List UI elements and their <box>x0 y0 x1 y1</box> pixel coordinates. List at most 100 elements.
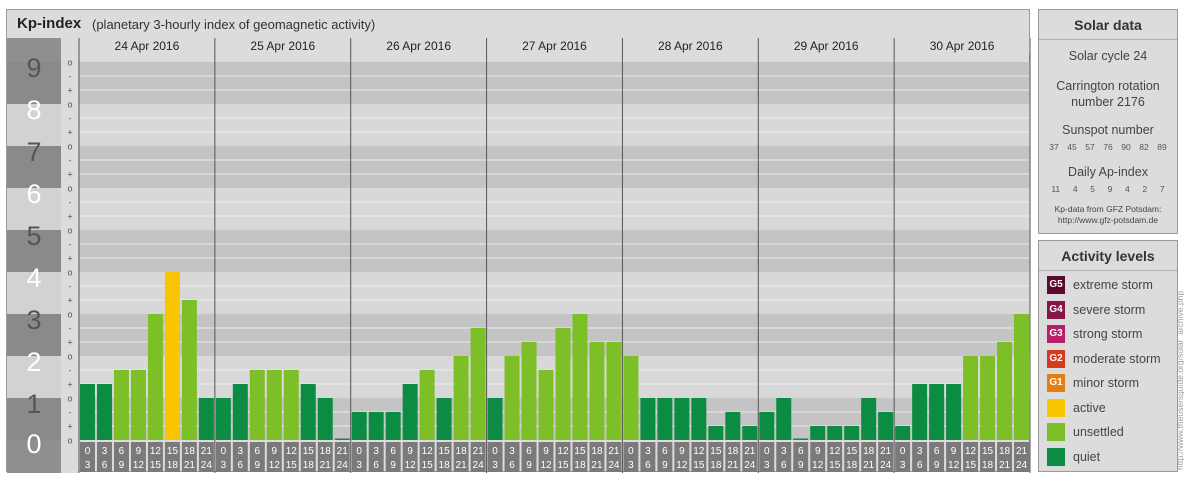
interval-start-label: 6 <box>798 446 804 457</box>
y-minor-symbol: - <box>69 156 72 166</box>
kp-bar <box>504 356 520 440</box>
kp-bar <box>997 342 1013 440</box>
carrington-line1: Carrington rotation <box>1056 79 1160 93</box>
interval-end-label: 18 <box>303 460 315 471</box>
interval-start-label: 18 <box>863 446 875 457</box>
interval-end-label: 6 <box>373 460 379 471</box>
kp-bar <box>300 384 316 440</box>
y-minor-symbol: + <box>67 128 72 138</box>
interval-end-label: 24 <box>1016 460 1028 471</box>
level-badge <box>1047 423 1065 441</box>
level-badge: G1 <box>1047 374 1065 392</box>
kp-bar <box>946 384 962 440</box>
kp-bar <box>742 426 758 440</box>
kp-bar <box>521 342 537 440</box>
y-axis-label: 2 <box>26 347 41 377</box>
interval-end-label: 12 <box>133 460 145 471</box>
kp-bar <box>895 426 911 440</box>
kp-bar <box>130 369 146 440</box>
kp-bar <box>980 356 996 440</box>
interval-start-label: 6 <box>526 446 532 457</box>
level-badge: G4 <box>1047 300 1065 319</box>
kp-bar <box>827 426 843 440</box>
interval-start-label: 3 <box>373 446 379 457</box>
kp-bar <box>181 300 197 440</box>
interval-end-label: 18 <box>982 460 994 471</box>
ap-index-label: Daily Ap-index <box>1068 165 1148 179</box>
interval-end-label: 15 <box>286 460 298 471</box>
kp-bar <box>623 356 639 440</box>
activity-levels-panel: Activity levels G5 extreme storm G4 severe … <box>1038 240 1178 472</box>
ap-value: 9 <box>1107 184 1113 194</box>
interval-start-label: 21 <box>201 446 213 457</box>
solar-cycle: Solar cycle 24 <box>1068 49 1148 63</box>
kp-bar <box>572 314 588 440</box>
day-date-label: 29 Apr 2016 <box>794 39 859 53</box>
interval-start-label: 9 <box>136 446 142 457</box>
interval-end-label: 12 <box>812 460 824 471</box>
kp-bar <box>691 398 707 440</box>
interval-end-label: 6 <box>102 460 108 471</box>
activity-level-active: active <box>1047 398 1106 417</box>
kp-bar <box>283 369 299 440</box>
interval-end-label: 15 <box>557 460 569 471</box>
interval-end-label: 12 <box>948 460 960 471</box>
interval-start-label: 21 <box>473 446 485 457</box>
interval-start-label: 12 <box>422 446 434 457</box>
interval-start-label: 0 <box>85 446 91 457</box>
level-badge: G3 <box>1047 325 1065 343</box>
interval-end-label: 9 <box>934 460 940 471</box>
kp-bar <box>368 411 384 440</box>
y-minor-symbol: o <box>67 394 72 404</box>
interval-start-label: 0 <box>628 446 634 457</box>
kp-bar <box>436 398 452 440</box>
interval-start-label: 3 <box>102 446 108 457</box>
interval-start-label: 12 <box>829 446 841 457</box>
interval-start-label: 0 <box>221 446 227 457</box>
interval-end-label: 15 <box>829 460 841 471</box>
carrington-line2: number 2176 <box>1071 95 1145 109</box>
activity-levels-title: Activity levels <box>1039 241 1177 271</box>
interval-end-label: 18 <box>167 460 179 471</box>
interval-end-label: 18 <box>846 460 858 471</box>
interval-start-label: 12 <box>150 446 162 457</box>
level-label: quiet <box>1073 449 1101 464</box>
kp-bar <box>878 411 894 440</box>
sunspot-value: 37 <box>1049 142 1059 152</box>
interval-start-label: 15 <box>846 446 858 457</box>
day-date-label: 30 Apr 2016 <box>930 39 995 53</box>
y-minor-symbol: - <box>69 240 72 250</box>
kp-bar <box>657 398 673 440</box>
interval-start-label: 0 <box>492 446 498 457</box>
y-minor-symbol: + <box>67 170 72 180</box>
y-axis-label: 9 <box>26 53 41 83</box>
interval-end-label: 18 <box>710 460 722 471</box>
kp-bar <box>419 369 435 440</box>
activity-level-minor-storm: G1 minor storm <box>1047 374 1139 392</box>
ap-value: 4 <box>1072 184 1078 194</box>
y-minor-symbol: + <box>67 338 72 348</box>
interval-end-label: 6 <box>917 460 923 471</box>
interval-start-label: 18 <box>456 446 468 457</box>
interval-end-label: 24 <box>473 460 485 471</box>
interval-end-label: 21 <box>727 460 739 471</box>
interval-end-label: 21 <box>456 460 468 471</box>
ap-value: 11 <box>1051 184 1061 194</box>
sunspot-value: 76 <box>1103 142 1113 152</box>
activity-level-extreme-storm: G5 extreme storm <box>1047 276 1153 294</box>
interval-start-label: 6 <box>662 446 668 457</box>
ap-value: 4 <box>1125 184 1130 194</box>
interval-end-label: 9 <box>390 460 396 471</box>
interval-start-label: 0 <box>900 446 906 457</box>
kp-bar <box>589 342 605 440</box>
solar-data-title: Solar data <box>1039 10 1177 40</box>
interval-start-label: 6 <box>390 446 396 457</box>
kp-bar <box>164 272 180 440</box>
sunspot-value: 90 <box>1121 142 1131 152</box>
y-minor-symbol: o <box>67 100 72 110</box>
interval-end-label: 3 <box>85 460 91 471</box>
source-link[interactable]: http://www.gfz-potsdam.de <box>1039 215 1177 226</box>
kp-bar <box>674 398 690 440</box>
kp-bar <box>538 369 554 440</box>
kp-chart-panel: Kp-index (planetary 3-hourly index of ge… <box>6 9 1031 473</box>
